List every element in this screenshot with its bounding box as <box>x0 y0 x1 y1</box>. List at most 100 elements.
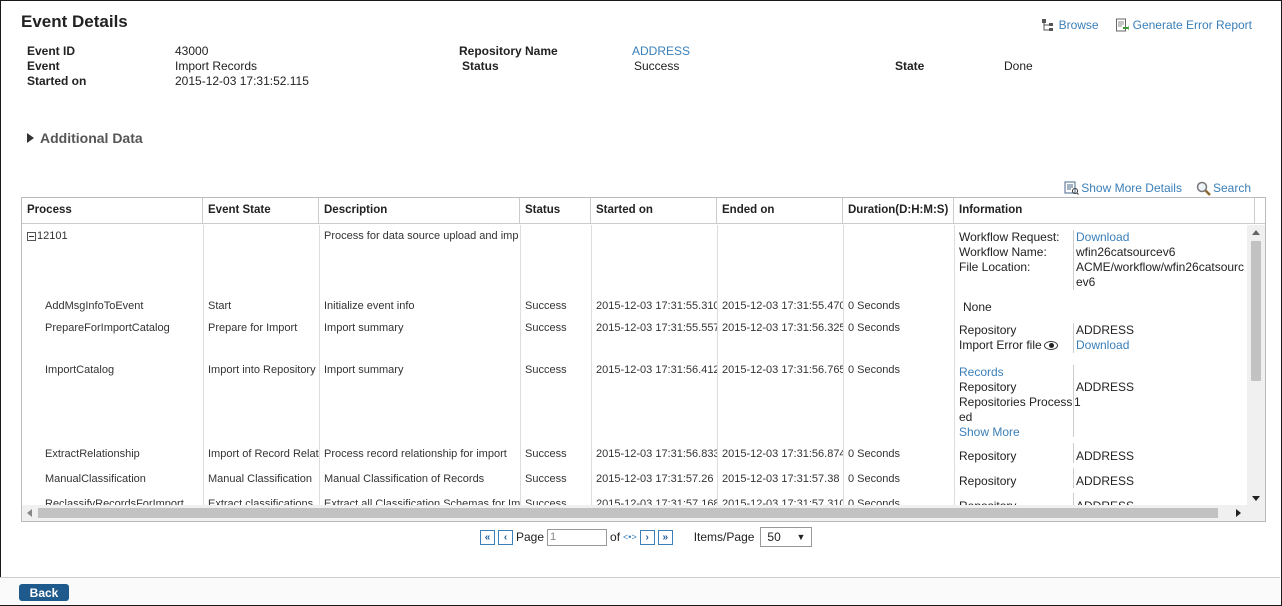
started-on-cell: 2015-12-03 17:31:56.412 <box>596 364 717 376</box>
summary-labels-left: Event ID Event Started on <box>27 44 86 89</box>
footer-bar <box>0 577 1280 605</box>
repository-label: Repository <box>959 474 1017 488</box>
repositories-processed-value: 1 <box>1074 395 1081 409</box>
vertical-scrollbar[interactable] <box>1247 225 1265 506</box>
info-block-import: Records Repository ADDRESS Repositories … <box>959 365 1247 439</box>
col-started-on-header[interactable]: Started on <box>591 198 717 224</box>
generate-error-report-link[interactable]: Generate Error Report <box>1115 18 1252 32</box>
description-cell: Process record relationship for import <box>324 448 507 460</box>
col-divider <box>954 225 955 506</box>
ended-on-cell: 2015-12-03 17:31:56.765 <box>722 364 843 376</box>
started-on-cell: 2015-12-03 17:31:55.557 <box>596 322 717 334</box>
repository-name-link[interactable]: ADDRESS <box>632 44 690 58</box>
scroll-right-icon[interactable] <box>1236 509 1241 517</box>
col-ended-on-header[interactable]: Ended on <box>717 198 843 224</box>
file-location-value: ACME/workflow/wfin26catsourc <box>1076 260 1245 274</box>
horizontal-scroll-thumb[interactable] <box>38 508 1218 518</box>
workflow-name-value: wfin26catsourcev6 <box>1076 245 1176 259</box>
process-cell: AddMsgInfoToEvent <box>45 300 144 312</box>
event-state-cell: Import of Record Relat <box>208 448 319 460</box>
event-state-cell: Import into Repository <box>208 364 316 376</box>
workflow-download-link[interactable]: Download <box>1076 230 1129 245</box>
report-icon <box>1115 18 1129 32</box>
collapse-icon[interactable] <box>27 231 36 241</box>
additional-data-label: Additional Data <box>40 130 143 146</box>
first-page-icon[interactable]: « <box>480 529 495 545</box>
items-per-page-select[interactable]: 50 ▼ <box>760 527 813 547</box>
summary-values-mid: ADDRESS Success <box>632 44 690 74</box>
repository-label: Repository <box>959 449 1017 463</box>
eye-icon[interactable] <box>1043 341 1058 350</box>
info-divider <box>1073 323 1074 353</box>
scroll-down-icon[interactable] <box>1252 496 1260 501</box>
import-error-download-link[interactable]: Download <box>1076 338 1129 353</box>
info-divider <box>1073 468 1074 488</box>
horizontal-scrollbar[interactable] <box>22 505 1265 521</box>
prev-page-icon[interactable]: ‹ <box>498 529 513 545</box>
repository-value: ADDRESS <box>1076 323 1135 337</box>
status-value: Success <box>634 59 680 73</box>
status-cell: Success <box>525 300 567 312</box>
ended-on-cell: 2015-12-03 17:31:56.325 <box>722 322 843 334</box>
summary-values-left: 43000 Import Records 2015-12-03 17:31:52… <box>175 44 309 89</box>
started-on-cell: 2015-12-03 17:31:55.310 <box>596 300 717 312</box>
col-status-header[interactable]: Status <box>520 198 591 224</box>
scroll-left-icon[interactable] <box>27 509 32 517</box>
status-cell: Success <box>525 322 567 334</box>
of-label: of <box>610 530 621 544</box>
col-event-state-header[interactable]: Event State <box>203 198 319 224</box>
next-page-icon[interactable]: › <box>639 529 655 545</box>
process-cell: 12101 <box>22 230 203 242</box>
details-icon <box>1064 181 1080 195</box>
info-block-12101: Workflow Request: Download Workflow Name… <box>959 230 1247 290</box>
started-on-value: 2015-12-03 17:31:52.115 <box>175 74 309 88</box>
state-value: Done <box>1004 59 1033 73</box>
col-information-header[interactable]: Information <box>954 198 1255 224</box>
page-input[interactable] <box>547 528 608 546</box>
file-location-label: File Location: <box>959 260 1031 274</box>
state-value-wrap: Done <box>1004 59 1033 74</box>
additional-data-toggle[interactable]: Additional Data <box>27 130 143 146</box>
duration-cell: 0 Seconds <box>848 364 900 376</box>
dropdown-arrow-icon: ▼ <box>796 532 806 542</box>
repository-label: Repository <box>959 323 1017 337</box>
event-label: Event <box>27 59 60 73</box>
page-label: Page <box>516 530 545 544</box>
col-process-header[interactable]: Process <box>22 198 203 224</box>
started-on-cell: 2015-12-03 17:31:56.833 <box>596 448 717 460</box>
import-error-file-label-wrap: Import Error file <box>959 338 1058 353</box>
back-button[interactable]: Back <box>19 584 69 601</box>
browse-link[interactable]: Browse <box>1041 18 1099 32</box>
workflow-request-label: Workflow Request: <box>959 230 1060 244</box>
duration-cell: 0 Seconds <box>848 473 900 485</box>
records-link[interactable]: Records <box>959 365 1004 380</box>
browse-label: Browse <box>1058 18 1099 32</box>
summary-labels-mid: Repository Name Status <box>459 44 558 74</box>
info-block-manual: Repository ADDRESS <box>959 468 1247 490</box>
report-label: Generate Error Report <box>1132 18 1252 32</box>
process-table: Process Event State Description Status S… <box>21 197 1266 522</box>
event-state-cell: Manual Classification <box>208 473 312 485</box>
items-per-page-value: 50 <box>767 530 781 544</box>
state-label-wrap: State <box>895 59 924 74</box>
description-cell: Initialize event info <box>324 300 415 312</box>
status-cell: Success <box>525 473 567 485</box>
page-title: Event Details <box>21 12 128 31</box>
repository-value: ADDRESS <box>1076 474 1135 488</box>
show-more-details-link[interactable]: Show More Details <box>1064 181 1182 195</box>
vertical-scroll-thumb[interactable] <box>1251 241 1261 381</box>
search-icon <box>1196 181 1211 196</box>
col-description-header[interactable]: Description <box>319 198 520 224</box>
status-label: Status <box>462 59 499 73</box>
info-block-extract: Repository ADDRESS <box>959 443 1247 465</box>
table-header: Process Event State Description Status S… <box>22 198 1265 224</box>
col-duration-header[interactable]: Duration(D:H:M:S) <box>843 198 954 224</box>
scroll-up-icon[interactable] <box>1252 230 1260 235</box>
description-cell: Manual Classification of Records <box>324 473 485 485</box>
duration-cell: 0 Seconds <box>848 322 900 334</box>
show-more-link[interactable]: Show More <box>959 425 1020 440</box>
event-state-cell: Start <box>208 300 232 312</box>
last-page-icon[interactable]: » <box>657 529 673 545</box>
items-per-page-label: Items/Page <box>693 530 755 544</box>
search-link[interactable]: Search <box>1196 181 1251 196</box>
